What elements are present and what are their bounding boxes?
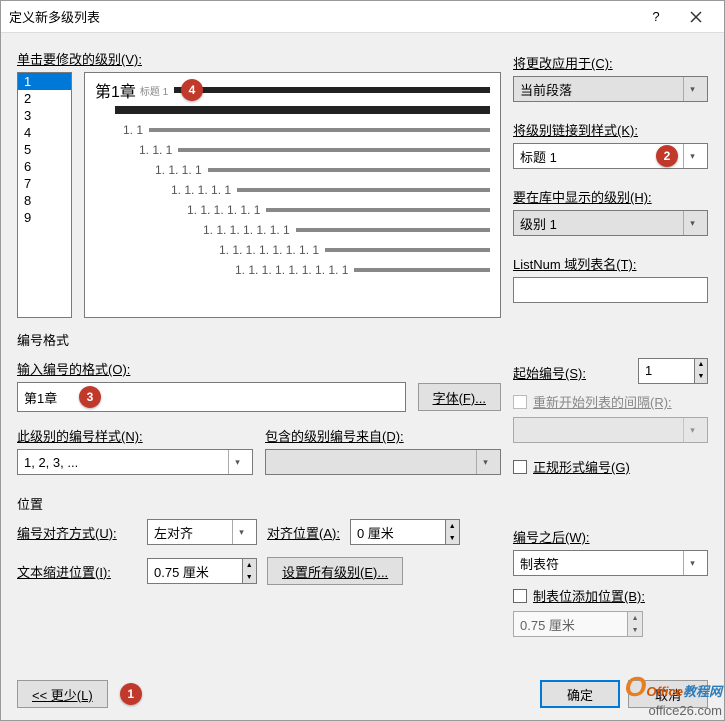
restart-checkbox: 重新开始列表的间隔(R):: [513, 392, 708, 411]
spin-down-icon: ▼: [628, 624, 642, 636]
chevron-down-icon: ▾: [232, 520, 250, 544]
badge-2: 2: [656, 145, 678, 167]
level-item[interactable]: 3: [18, 107, 71, 124]
chevron-down-icon: ▾: [683, 551, 701, 575]
tab-add-checkbox[interactable]: 制表位添加位置(B):: [513, 586, 708, 605]
enter-format-label: 输入编号的格式(O):: [17, 359, 501, 378]
indent-label: 文本缩进位置(I):: [17, 562, 137, 581]
link-style-label: 将级别链接到样式(K):: [513, 120, 708, 139]
listnum-label: ListNum 域列表名(T):: [513, 254, 708, 273]
level-list-label: 单击要修改的级别(V):: [17, 49, 501, 68]
listnum-input[interactable]: [513, 277, 708, 303]
less-button[interactable]: << 更少(L): [17, 680, 108, 708]
chevron-down-icon: ▾: [683, 77, 701, 101]
link-style-combo[interactable]: 标题 1 ▾: [513, 143, 708, 169]
dialog-buttons: << 更少(L) 1 确定 取消: [17, 680, 708, 708]
align-combo[interactable]: 左对齐▾: [147, 519, 257, 545]
chevron-down-icon: ▾: [476, 450, 494, 474]
chevron-down-icon: ▾: [683, 418, 701, 442]
spin-up-icon: ▲: [628, 612, 642, 624]
close-button[interactable]: [676, 1, 716, 33]
spin-up-icon[interactable]: ▲: [446, 520, 459, 532]
number-format-input[interactable]: [17, 382, 406, 412]
chevron-down-icon: ▾: [683, 211, 701, 235]
level-item[interactable]: 6: [18, 158, 71, 175]
apply-to-label: 将更改应用于(C):: [513, 53, 708, 72]
align-label: 编号对齐方式(U):: [17, 523, 137, 542]
level-listbox[interactable]: 1 2 3 4 5 6 7 8 9: [17, 72, 72, 318]
spin-down-icon[interactable]: ▼: [695, 371, 707, 383]
spin-up-icon[interactable]: ▲: [695, 359, 707, 371]
align-at-label: 对齐位置(A):: [267, 523, 340, 542]
level-item[interactable]: 2: [18, 90, 71, 107]
level-item[interactable]: 5: [18, 141, 71, 158]
number-style-label: 此级别的编号样式(N):: [17, 426, 253, 445]
legal-format-checkbox[interactable]: 正规形式编号(G): [513, 457, 708, 476]
help-button[interactable]: ?: [636, 1, 676, 33]
top-row: 单击要修改的级别(V): 1 2 3 4 5 6 7 8 9 4: [17, 45, 708, 318]
font-button[interactable]: 字体(F)...: [418, 383, 501, 411]
start-at-label: 起始编号(S):: [513, 363, 630, 382]
gallery-label: 要在库中显示的级别(H):: [513, 187, 708, 206]
include-from-label: 包含的级别编号来自(D):: [265, 426, 501, 445]
format-section-header: 编号格式: [17, 330, 708, 349]
badge-1: 1: [120, 683, 142, 705]
follow-label: 编号之后(W):: [513, 527, 708, 546]
gallery-combo[interactable]: 级别 1 ▾: [513, 210, 708, 236]
level-item[interactable]: 9: [18, 209, 71, 226]
ok-button[interactable]: 确定: [540, 680, 620, 708]
position-section-header: 位置: [17, 494, 708, 513]
tab-add-spinner: ▲▼: [513, 611, 643, 637]
chevron-down-icon: ▾: [683, 144, 701, 168]
align-at-spinner[interactable]: ▲▼: [350, 519, 460, 545]
right-column: 将更改应用于(C): 当前段落 ▾ 将级别链接到样式(K): 标题 1 ▾ 2 …: [513, 45, 708, 318]
preview-pane: 4 第1章标题 1 1. 1 1. 1. 1 1. 1. 1. 1 1. 1. …: [84, 72, 501, 318]
start-at-spinner[interactable]: ▲▼: [638, 358, 708, 384]
spin-up-icon[interactable]: ▲: [243, 559, 256, 571]
dialog-title: 定义新多级列表: [9, 7, 636, 26]
badge-3: 3: [79, 386, 101, 408]
apply-to-combo[interactable]: 当前段落 ▾: [513, 76, 708, 102]
chevron-down-icon: ▾: [228, 450, 246, 474]
follow-combo[interactable]: 制表符▾: [513, 550, 708, 576]
restart-combo: ▾: [513, 417, 708, 443]
spin-down-icon[interactable]: ▼: [446, 532, 459, 544]
badge-4: 4: [181, 79, 203, 101]
level-item[interactable]: 4: [18, 124, 71, 141]
number-style-combo[interactable]: 1, 2, 3, ... ▾: [17, 449, 253, 475]
set-all-levels-button[interactable]: 设置所有级别(E)...: [267, 557, 403, 585]
level-item[interactable]: 7: [18, 175, 71, 192]
level-item[interactable]: 1: [18, 73, 71, 90]
titlebar: 定义新多级列表 ?: [1, 1, 724, 33]
dialog-content: 单击要修改的级别(V): 1 2 3 4 5 6 7 8 9 4: [1, 33, 724, 649]
include-from-combo[interactable]: ▾: [265, 449, 501, 475]
indent-spinner[interactable]: ▲▼: [147, 558, 257, 584]
define-multilevel-list-dialog: 定义新多级列表 ? 单击要修改的级别(V): 1 2 3 4 5 6 7: [0, 0, 725, 721]
spin-down-icon[interactable]: ▼: [243, 571, 256, 583]
cancel-button[interactable]: 取消: [628, 680, 708, 708]
level-item[interactable]: 8: [18, 192, 71, 209]
close-icon: [690, 11, 702, 23]
